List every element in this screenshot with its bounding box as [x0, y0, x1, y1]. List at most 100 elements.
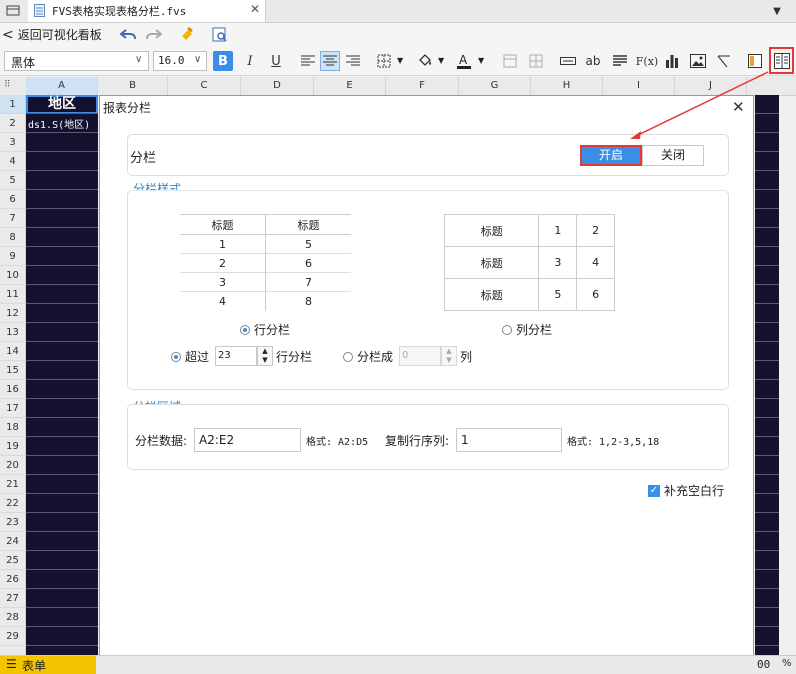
col-split-radio[interactable]: [502, 324, 512, 335]
row-header[interactable]: 11: [0, 285, 25, 304]
unmerge-cells-icon[interactable]: [526, 51, 546, 71]
row-header[interactable]: 19: [0, 437, 25, 456]
column-header[interactable]: B: [98, 77, 168, 95]
checkbox-checked-icon[interactable]: ✓: [648, 484, 660, 497]
exceed-rows-spinner[interactable]: 23: [215, 346, 257, 366]
row-header[interactable]: 16: [0, 380, 25, 399]
col-split-option[interactable]: 列分栏: [502, 321, 552, 338]
column-a-cells[interactable]: 地区 ds1.S(地区): [26, 95, 98, 655]
align-left-icon[interactable]: [298, 51, 318, 71]
back-to-dashboard[interactable]: < 返回可视化看板: [2, 26, 102, 43]
text-icon[interactable]: ab: [583, 51, 603, 71]
row-header[interactable]: 24: [0, 532, 25, 551]
row-header[interactable]: 3: [0, 133, 25, 152]
grid-line: [26, 455, 98, 456]
row-header[interactable]: 23: [0, 513, 25, 532]
report-column-button-highlight[interactable]: [769, 47, 794, 74]
row-header[interactable]: 2: [0, 114, 25, 133]
column-header[interactable]: J: [675, 77, 747, 95]
row-header[interactable]: 18: [0, 418, 25, 437]
column-header[interactable]: D: [241, 77, 314, 95]
cell-a1[interactable]: 地区: [26, 95, 98, 114]
row-header[interactable]: 9: [0, 247, 25, 266]
exceed-option[interactable]: 超过: [171, 348, 209, 365]
row-header[interactable]: 27: [0, 589, 25, 608]
row-header[interactable]: 12: [0, 304, 25, 323]
align-center-icon[interactable]: [320, 51, 340, 71]
row-header[interactable]: 13: [0, 323, 25, 342]
column-header[interactable]: C: [168, 77, 241, 95]
font-name-select[interactable]: 黑体 ∨: [4, 51, 149, 71]
font-size-select[interactable]: 16.0 ∨: [153, 51, 207, 71]
rich-text-icon[interactable]: [610, 51, 630, 71]
chart-icon[interactable]: [662, 51, 682, 71]
row-header[interactable]: 7: [0, 209, 25, 228]
row-header[interactable]: 1: [0, 95, 25, 114]
select-all-icon[interactable]: ⠿: [4, 80, 11, 90]
row-header[interactable]: 15: [0, 361, 25, 380]
fill-color-icon[interactable]: [415, 51, 435, 71]
row-header[interactable]: 28: [0, 608, 25, 627]
format-painter-icon[interactable]: [177, 25, 197, 45]
row-header[interactable]: 10: [0, 266, 25, 285]
row-header[interactable]: 25: [0, 551, 25, 570]
row-header[interactable]: 8: [0, 228, 25, 247]
column-k-cells[interactable]: [755, 95, 779, 655]
row-header[interactable]: 21: [0, 475, 25, 494]
exceed-radio[interactable]: [171, 351, 181, 362]
column-header[interactable]: F: [386, 77, 459, 95]
font-color-icon[interactable]: A: [454, 51, 474, 71]
row-header[interactable]: 6: [0, 190, 25, 209]
column-header[interactable]: A: [26, 77, 98, 95]
undo-icon[interactable]: [118, 25, 138, 45]
close-button[interactable]: 关闭: [642, 145, 704, 166]
slash-icon[interactable]: [714, 51, 734, 71]
bold-button[interactable]: B: [213, 51, 233, 71]
border-icon[interactable]: [374, 51, 394, 71]
merge-cells-icon[interactable]: [500, 51, 520, 71]
column-header[interactable]: I: [603, 77, 675, 95]
row-header[interactable]: 29: [0, 627, 25, 646]
column-data-input[interactable]: A2:E2: [194, 428, 301, 452]
row-header[interactable]: 14: [0, 342, 25, 361]
preview-icon[interactable]: [210, 25, 230, 45]
file-tab[interactable]: FVS表格实现表格分栏.fvs ✕: [28, 0, 266, 22]
fill-blank-option[interactable]: ✓ 补充空白行: [648, 482, 724, 499]
column-header[interactable]: E: [314, 77, 386, 95]
split-into-option[interactable]: 分栏成: [343, 348, 393, 365]
tab-dropdown-icon[interactable]: ▼: [767, 1, 787, 21]
row-header[interactable]: 22: [0, 494, 25, 513]
align-right-icon[interactable]: [343, 51, 363, 71]
column-header[interactable]: H: [531, 77, 603, 95]
spinner-arrows-icon[interactable]: ▲ ▼: [441, 346, 457, 366]
chevron-down-icon[interactable]: ▼: [478, 56, 484, 65]
row-header[interactable]: 20: [0, 456, 25, 475]
sheet-tab[interactable]: ☰ 表单: [0, 656, 96, 674]
column-header[interactable]: G: [459, 77, 531, 95]
split-into-spinner[interactable]: 0: [399, 346, 441, 366]
tab-close-icon[interactable]: ✕: [250, 2, 260, 16]
image-icon[interactable]: [688, 51, 708, 71]
row-header[interactable]: 17: [0, 399, 25, 418]
underline-button[interactable]: U: [266, 51, 286, 71]
split-into-radio[interactable]: [343, 351, 353, 362]
row-split-radio[interactable]: [240, 324, 250, 335]
row-header[interactable]: 5: [0, 171, 25, 190]
text-field-icon[interactable]: [558, 51, 578, 71]
copy-rows-input[interactable]: 1: [456, 428, 562, 452]
cell-attribute-icon[interactable]: [745, 51, 765, 71]
dialog-close-icon[interactable]: ✕: [732, 98, 745, 116]
chevron-down-icon[interactable]: ▼: [397, 56, 403, 65]
redo-icon[interactable]: [144, 25, 164, 45]
row-header[interactable]: 4: [0, 152, 25, 171]
formula-icon[interactable]: F(x): [634, 51, 660, 71]
zoom-value[interactable]: 00: [757, 658, 770, 671]
designer-menu-icon[interactable]: [3, 1, 23, 21]
row-split-option[interactable]: 行分栏: [240, 321, 290, 338]
row-header[interactable]: 26: [0, 570, 25, 589]
spinner-arrows-icon[interactable]: ▲ ▼: [257, 346, 273, 366]
chevron-down-icon[interactable]: ▼: [438, 56, 444, 65]
italic-button[interactable]: I: [240, 51, 260, 71]
open-button[interactable]: 开启: [580, 145, 642, 166]
cell-a2[interactable]: ds1.S(地区): [28, 116, 90, 131]
